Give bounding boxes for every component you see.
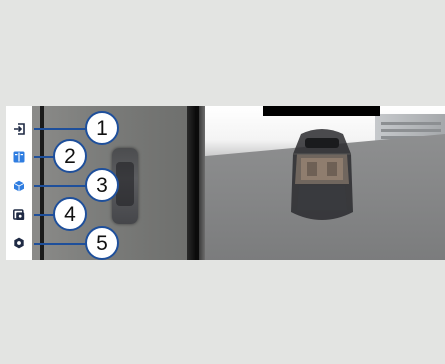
callout-leader-1 [34, 128, 86, 130]
callout-leader-5 [34, 243, 86, 245]
exit-button[interactable] [10, 120, 28, 138]
3d-camera-view [199, 106, 445, 260]
split-view-icon [13, 151, 25, 163]
callout-2: 2 [53, 139, 87, 173]
camera-toolbar [6, 106, 32, 260]
3d-view-button[interactable] [10, 177, 28, 195]
camera-view-button[interactable] [10, 206, 28, 224]
view-border [187, 106, 195, 260]
callout-3: 3 [85, 168, 119, 202]
transparent-vehicle-model [291, 129, 353, 220]
camera-view-icon [13, 209, 25, 221]
split-view-button[interactable] [10, 148, 28, 166]
callout-leader-3 [34, 185, 86, 187]
callout-1: 1 [85, 111, 119, 145]
exit-icon [13, 123, 25, 135]
callout-leader-2 [34, 156, 54, 158]
view-overlay-bar [263, 106, 380, 116]
3d-cube-icon [13, 180, 25, 192]
callout-5: 5 [85, 226, 119, 260]
callout-leader-4 [34, 214, 54, 216]
view-border [199, 106, 205, 260]
callout-4: 4 [53, 197, 87, 231]
settings-button[interactable] [10, 234, 28, 252]
gear-icon [13, 237, 25, 249]
